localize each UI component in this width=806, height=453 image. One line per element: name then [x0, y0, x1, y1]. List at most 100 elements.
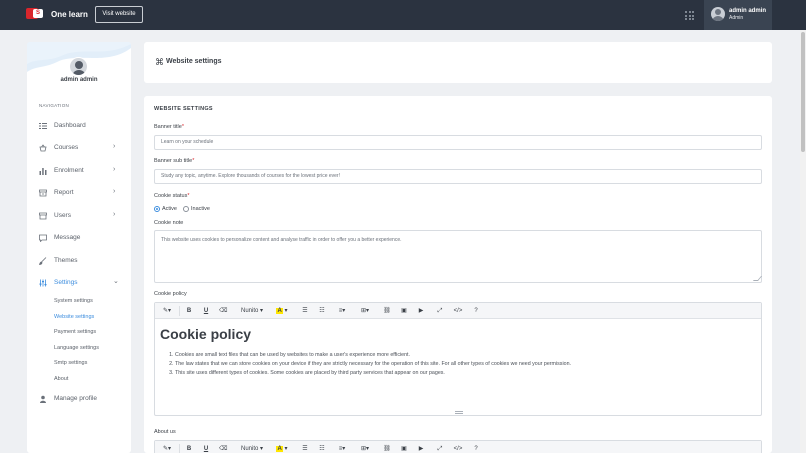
section-heading: WEBSITE SETTINGS	[154, 106, 213, 112]
sidebar: admin admin NAVIGATION Dashboard Courses…	[27, 42, 131, 453]
submenu-system-settings[interactable]: System settings	[54, 298, 93, 304]
about-us-editor[interactable]: ✎▾ B U ⌫ Nunito ▾ A ▾ ☰ ☷ ≡▾ ⊞▾ ⛓ ▣ ▶ ⤢ …	[154, 440, 762, 453]
brand-name[interactable]: One learn	[51, 9, 88, 21]
bold-icon[interactable]: B	[185, 444, 193, 453]
cookie-note-textarea[interactable]: This website uses cookies to personalize…	[154, 230, 763, 283]
sidebar-item-label: Report	[54, 189, 74, 196]
ordered-list-icon[interactable]: ☷	[318, 444, 326, 453]
about-us-label: About us	[154, 429, 176, 435]
paragraph-align-icon[interactable]: ≡▾	[336, 444, 348, 453]
code-view-icon[interactable]: </>	[453, 306, 463, 316]
ordered-list-icon[interactable]: ☷	[318, 306, 326, 316]
fullscreen-icon[interactable]: ⤢	[436, 306, 444, 316]
submenu-language-settings[interactable]: Language settings	[54, 345, 99, 351]
sidebar-item-themes[interactable]: Themes	[39, 256, 119, 268]
magic-wand-icon[interactable]: ✎▾	[161, 306, 173, 316]
cookie-note-label: Cookie note	[154, 220, 184, 226]
list-item: Cookies are small text files that can be…	[175, 351, 571, 360]
banner-subtitle-input[interactable]: Study any topic, anytime. Explore thousa…	[154, 169, 762, 184]
paragraph-align-icon[interactable]: ≡▾	[336, 306, 348, 316]
editor-heading: Cookie policy	[160, 326, 252, 342]
cookie-active-radio[interactable]	[154, 206, 160, 212]
link-icon[interactable]: ⛓	[383, 306, 391, 316]
underline-icon[interactable]: U	[202, 444, 210, 453]
editor-resize-grip[interactable]	[455, 411, 463, 414]
chevron-right-icon: ›	[113, 188, 116, 195]
editor-toolbar: ✎▾ B U ⌫ Nunito ▾ A ▾ ☰ ☷ ≡▾ ⊞▾ ⛓ ▣ ▶ ⤢ …	[155, 441, 761, 453]
person-icon	[40, 395, 46, 403]
sidebar-item-label: Settings	[54, 279, 78, 286]
sliders-icon	[39, 279, 47, 287]
user-menu[interactable]: admin admin Admin	[704, 0, 772, 30]
eraser-icon[interactable]: ⌫	[219, 444, 227, 453]
sidebar-item-courses[interactable]: Courses ›	[39, 143, 119, 155]
text-color-icon[interactable]: A ▾	[274, 444, 290, 453]
video-icon[interactable]: ▶	[417, 306, 425, 316]
sidebar-item-users[interactable]: Users ›	[39, 211, 119, 223]
cookie-inactive-label[interactable]: Inactive	[191, 206, 210, 212]
font-family-dropdown[interactable]: Nunito ▾	[239, 444, 265, 453]
avatar	[69, 57, 88, 76]
sidebar-item-enrolment[interactable]: Enrolment ›	[39, 166, 119, 178]
unordered-list-icon[interactable]: ☰	[301, 444, 309, 453]
text-color-icon[interactable]: A ▾	[274, 306, 290, 316]
banner-title-input[interactable]: Learn on your schedule	[154, 135, 762, 150]
chevron-right-icon: ›	[113, 166, 116, 173]
submenu-payment-settings[interactable]: Payment settings	[54, 329, 96, 335]
brand-logo[interactable]: S	[26, 8, 44, 19]
bar-chart-icon	[39, 168, 47, 175]
help-icon[interactable]: ?	[472, 306, 480, 316]
sidebar-item-label: Users	[54, 212, 71, 219]
user-role: Admin	[729, 15, 744, 21]
fullscreen-icon[interactable]: ⤢	[436, 444, 444, 453]
page-title: Website settings	[166, 58, 222, 65]
bold-icon[interactable]: B	[185, 306, 193, 316]
editor-content[interactable]: Cookie policy Cookies are small text fil…	[155, 319, 761, 415]
image-icon[interactable]: ▣	[400, 306, 408, 316]
nav-heading: NAVIGATION	[39, 103, 70, 108]
help-icon[interactable]: ?	[472, 444, 480, 453]
eraser-icon[interactable]: ⌫	[219, 306, 227, 316]
sidebar-item-dashboard[interactable]: Dashboard	[39, 121, 119, 133]
cookie-note-text: This website uses cookies to personalize…	[161, 237, 402, 243]
unordered-list-icon[interactable]: ☰	[301, 306, 309, 316]
link-icon[interactable]: ⛓	[383, 444, 391, 453]
editor-toolbar: ✎▾ B U ⌫ Nunito ▾ A ▾ ☰ ☷ ≡▾ ⊞▾ ⛓ ▣ ▶ ⤢ …	[155, 303, 761, 319]
sidebar-item-label: Dashboard	[54, 122, 86, 129]
sidebar-item-label: Courses	[54, 144, 79, 151]
scrollbar-thumb[interactable]	[801, 32, 805, 152]
image-icon[interactable]: ▣	[400, 444, 408, 453]
video-icon[interactable]: ▶	[417, 444, 425, 453]
submenu-about[interactable]: About	[54, 376, 68, 382]
banner-subtitle-label: Banner sub title*	[154, 158, 195, 164]
submenu-smtp-settings[interactable]: Smtp settings	[54, 360, 87, 366]
chevron-right-icon: ›	[113, 211, 116, 218]
report-icon	[39, 189, 47, 197]
cookie-policy-editor[interactable]: ✎▾ B U ⌫ Nunito ▾ A ▾ ☰ ☷ ≡▾ ⊞▾ ⛓ ▣ ▶ ⤢ …	[154, 302, 762, 416]
message-icon	[39, 234, 47, 242]
sidebar-item-label: Message	[54, 234, 81, 241]
cookie-inactive-radio[interactable]	[183, 206, 189, 212]
table-icon[interactable]: ⊞▾	[359, 306, 371, 316]
resize-handle-icon[interactable]	[752, 276, 763, 281]
dashboard-icon	[39, 123, 47, 129]
sidebar-item-settings[interactable]: Settings ⌄	[39, 278, 119, 290]
table-icon[interactable]: ⊞▾	[359, 444, 371, 453]
apps-grid-icon[interactable]	[685, 11, 694, 20]
cookie-active-label[interactable]: Active	[162, 206, 177, 212]
code-view-icon[interactable]: </>	[453, 444, 463, 453]
banner-title-label: Banner title*	[154, 124, 184, 130]
visit-website-button[interactable]: Visit website	[95, 6, 143, 23]
sidebar-item-manage-profile[interactable]: Manage profile	[39, 394, 119, 406]
sidebar-item-label: Themes	[54, 257, 78, 264]
sidebar-item-message[interactable]: Message	[39, 233, 119, 245]
sidebar-item-report[interactable]: Report ›	[39, 188, 119, 200]
magic-wand-icon[interactable]: ✎▾	[161, 444, 173, 453]
basket-icon	[39, 144, 47, 152]
font-family-dropdown[interactable]: Nunito ▾	[239, 306, 265, 316]
underline-icon[interactable]: U	[202, 306, 210, 316]
page-scrollbar[interactable]	[800, 30, 806, 453]
page-title-card: ⌘ Website settings	[144, 42, 772, 83]
submenu-website-settings[interactable]: Website settings	[54, 314, 94, 320]
website-settings-form: WEBSITE SETTINGS Banner title* Learn on …	[144, 96, 772, 453]
